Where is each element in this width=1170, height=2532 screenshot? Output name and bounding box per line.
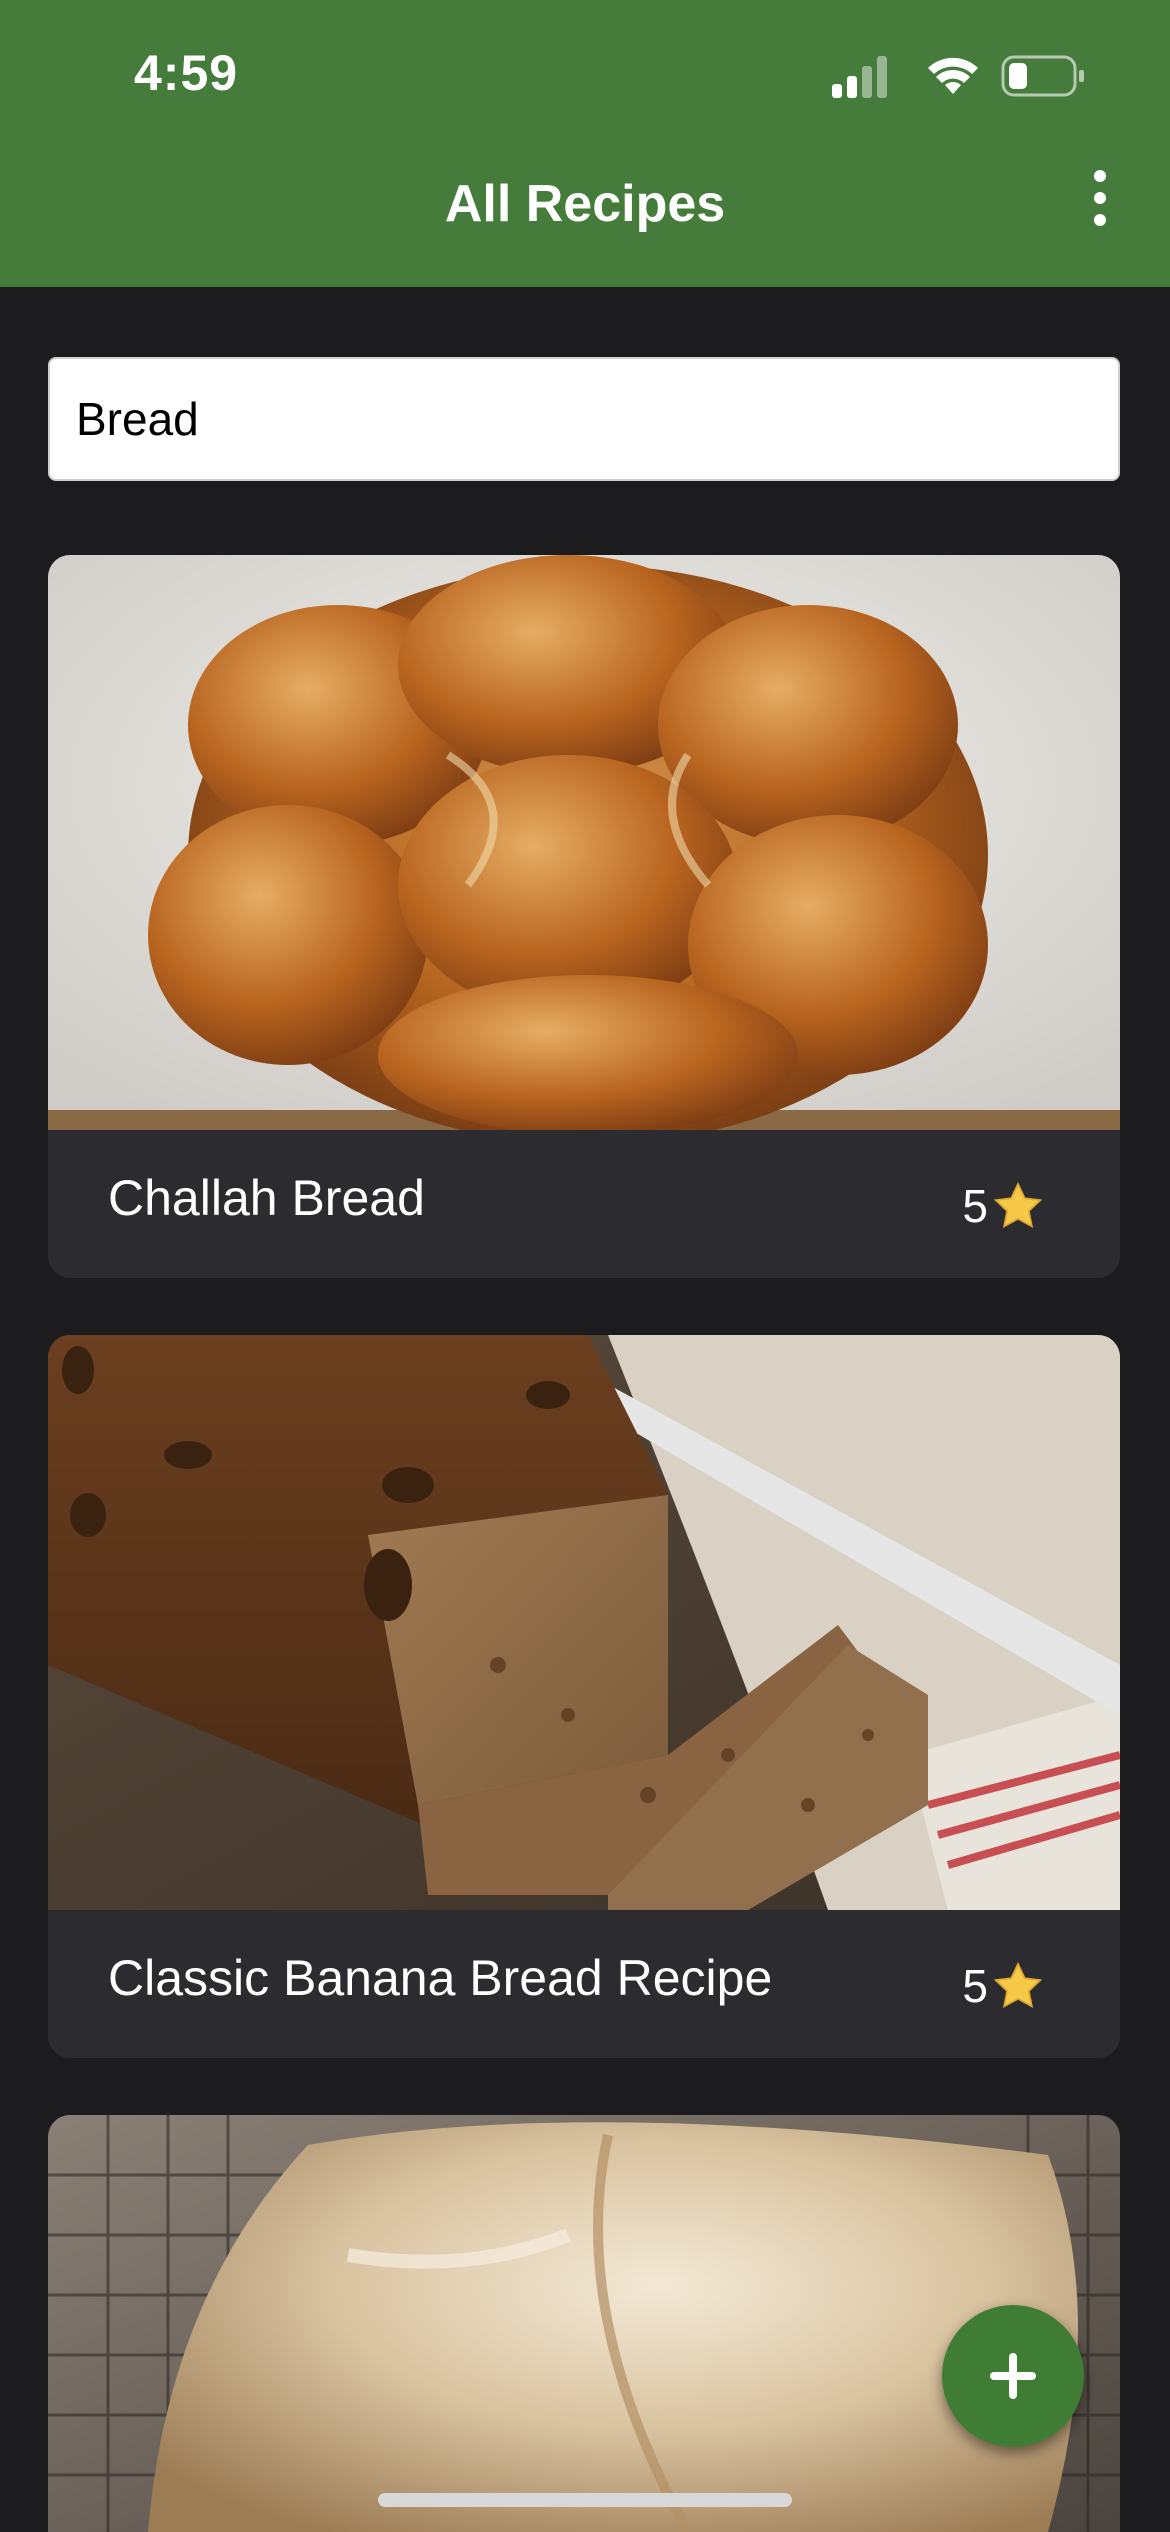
star-icon bbox=[993, 1961, 1043, 2009]
star-icon bbox=[993, 1181, 1043, 1229]
recipe-card-footer: Challah Bread 5 bbox=[48, 1135, 1120, 1278]
app-header: 4:59 All Recipes bbox=[0, 0, 1170, 287]
cellular-signal-icon bbox=[832, 56, 887, 98]
page-title: All Recipes bbox=[444, 175, 726, 233]
plus-icon bbox=[990, 2353, 1036, 2399]
recipe-title: Classic Banana Bread Recipe bbox=[108, 1950, 773, 2006]
wifi-icon bbox=[928, 57, 978, 94]
status-time: 4:59 bbox=[134, 45, 239, 101]
rating-value: 5 bbox=[962, 1180, 988, 1232]
recipe-card[interactable]: Challah Bread 5 bbox=[48, 555, 1120, 1278]
challah-bread-photo bbox=[48, 555, 1120, 1145]
search-input[interactable] bbox=[50, 359, 1118, 479]
add-recipe-button[interactable] bbox=[942, 2305, 1084, 2447]
recipe-card[interactable]: Classic Banana Bread Recipe 5 bbox=[48, 1335, 1120, 2058]
rating-value: 5 bbox=[962, 1960, 988, 2012]
battery-icon bbox=[1001, 55, 1084, 97]
recipe-title: Challah Bread bbox=[108, 1170, 425, 1226]
home-indicator bbox=[378, 2493, 792, 2507]
search-field[interactable] bbox=[48, 357, 1120, 481]
status-icons bbox=[832, 55, 1084, 98]
banana-bread-photo bbox=[48, 1335, 1120, 1910]
more-options-icon[interactable] bbox=[1084, 166, 1116, 230]
recipe-card-footer: Classic Banana Bread Recipe 5 bbox=[48, 1915, 1120, 2058]
recipe-rating: 5 bbox=[962, 1959, 1046, 2013]
recipe-rating: 5 bbox=[962, 1179, 1046, 1233]
